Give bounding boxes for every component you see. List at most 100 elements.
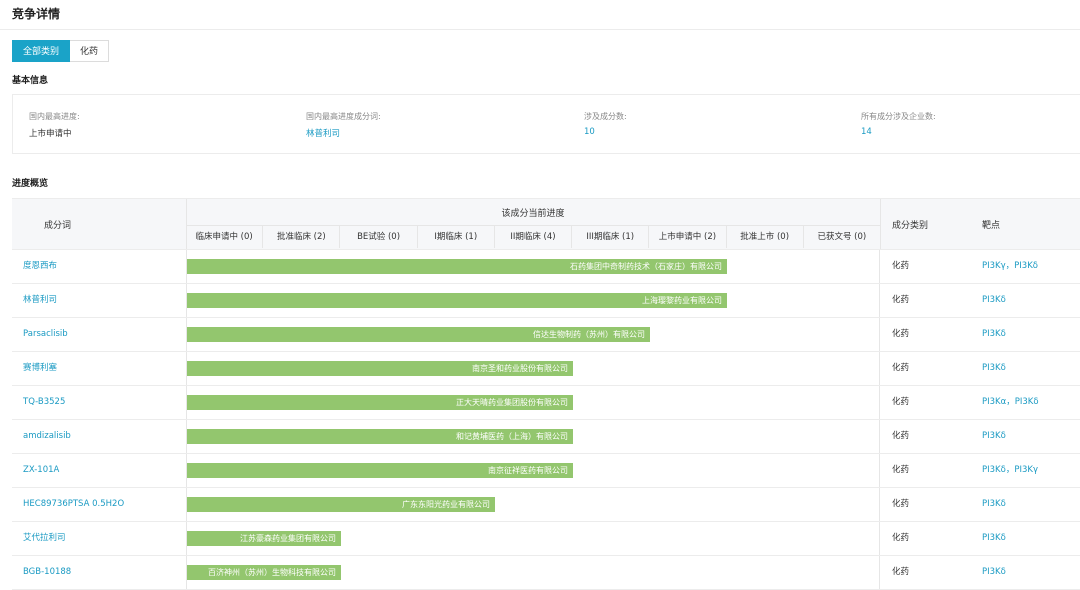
- basic-info-title: 基本信息: [12, 76, 49, 86]
- category-tabs: 全部类别 化药: [12, 40, 110, 62]
- ingredient-type: 化药: [892, 397, 910, 407]
- progress-bar: 石药集团中奇制药技术（石家庄）有限公司: [187, 259, 727, 274]
- target-link[interactable]: PI3Kδ: [982, 499, 1006, 509]
- ingredient-link[interactable]: 赛博利塞: [23, 352, 57, 385]
- ingredient-type: 化药: [892, 465, 910, 475]
- info-highest-progress: 国内最高进度: 上市申请中: [29, 111, 80, 139]
- progress-bar-track: 石药集团中奇制药技术（石家庄）有限公司: [186, 250, 880, 283]
- progress-bar: 南京征祥医药有限公司: [187, 463, 573, 478]
- progress-table: 成分词 该成分当前进度 临床申请中 (0) 批准临床 (2) BE试验 (0) …: [12, 198, 1080, 590]
- target-cell: PI3Kα，PI3Kδ: [982, 386, 1039, 419]
- target-link[interactable]: PI3Kγ: [982, 261, 1006, 271]
- ingredient-link[interactable]: HEC89736PTSA 0.5H2O: [23, 488, 124, 521]
- stage-header: III期临床 (1): [572, 226, 650, 248]
- ingredient-link[interactable]: Parsaclisib: [23, 318, 68, 351]
- target-cell: PI3Kδ: [982, 318, 1006, 351]
- info-ingredient-count: 涉及成分数: 10: [584, 111, 627, 137]
- table-row: BGB-10188 百济神州（苏州）生物科技有限公司 化药 PI3Kδ: [12, 556, 1080, 590]
- progress-bar: 正大天晴药业集团股份有限公司: [187, 395, 573, 410]
- target-separator: ，: [1006, 397, 1015, 407]
- ingredient-link[interactable]: ZX-101A: [23, 454, 59, 487]
- stage-headers: 临床申请中 (0) 批准临床 (2) BE试验 (0) I期临床 (1) II期…: [186, 226, 880, 248]
- target-cell: PI3Kδ: [982, 522, 1006, 555]
- progress-bar-track: 正大天晴药业集团股份有限公司: [186, 386, 880, 419]
- stage-header: 上市申请中 (2): [649, 226, 727, 248]
- ingredient-type: 化药: [892, 431, 910, 441]
- info-highest-progress-ingredient: 国内最高进度成分词: 林普利司: [306, 111, 381, 139]
- table-row: TQ-B3525 正大天晴药业集团股份有限公司 化药 PI3Kα，PI3Kδ: [12, 386, 1080, 420]
- target-link[interactable]: PI3Kα: [982, 397, 1006, 407]
- info-value: 上市申请中: [29, 129, 72, 139]
- stage-header: I期临床 (1): [418, 226, 495, 248]
- ingredient-link[interactable]: amdizalisib: [23, 420, 71, 453]
- target-link[interactable]: PI3Kδ: [982, 533, 1006, 543]
- ingredient-type: 化药: [892, 533, 910, 543]
- progress-bar-track: 和记黄埔医药（上海）有限公司: [186, 420, 880, 453]
- header-type: 成分类别: [892, 221, 929, 231]
- header-divider: [880, 199, 881, 249]
- stage-header: 批准上市 (0): [727, 226, 804, 248]
- ingredient-type: 化药: [892, 295, 910, 305]
- header-ingredient: 成分词: [44, 221, 72, 231]
- target-link[interactable]: PI3Kδ: [982, 363, 1006, 373]
- ingredient-type: 化药: [892, 567, 910, 577]
- target-cell: PI3Kδ: [982, 284, 1006, 317]
- target-cell: PI3Kγ，PI3Kδ: [982, 250, 1038, 283]
- target-link[interactable]: PI3Kγ: [1014, 465, 1038, 475]
- target-link[interactable]: PI3Kδ: [982, 567, 1006, 577]
- tab-all-categories[interactable]: 全部类别: [12, 40, 71, 62]
- target-link[interactable]: PI3Kδ: [982, 431, 1006, 441]
- table-row: 林普利司 上海璎黎药业有限公司 化药 PI3Kδ: [12, 284, 1080, 318]
- ingredient-type: 化药: [892, 261, 910, 271]
- progress-bar-track: 南京征祥医药有限公司: [186, 454, 880, 487]
- ingredient-link[interactable]: BGB-10188: [23, 556, 71, 589]
- ingredient-link[interactable]: 度恩西布: [23, 250, 57, 283]
- table-row: 度恩西布 石药集团中奇制药技术（石家庄）有限公司 化药 PI3Kγ，PI3Kδ: [12, 250, 1080, 284]
- target-link[interactable]: PI3Kδ: [982, 329, 1006, 339]
- target-link[interactable]: PI3Kδ: [982, 295, 1006, 305]
- target-cell: PI3Kδ，PI3Kγ: [982, 454, 1038, 487]
- progress-bar-track: 江苏豪森药业集团有限公司: [186, 522, 880, 555]
- ingredient-type: 化药: [892, 499, 910, 509]
- table-row: ZX-101A 南京征祥医药有限公司 化药 PI3Kδ，PI3Kγ: [12, 454, 1080, 488]
- progress-bar-track: 广东东阳光药业有限公司: [186, 488, 880, 521]
- target-cell: PI3Kδ: [982, 352, 1006, 385]
- target-link[interactable]: PI3Kδ: [1015, 397, 1039, 407]
- target-separator: ，: [1005, 261, 1015, 271]
- info-company-count: 所有成分涉及企业数: 14: [861, 111, 936, 137]
- table-row: Parsaclisib 信达生物制药（苏州）有限公司 化药 PI3Kδ: [12, 318, 1080, 352]
- progress-bar-track: 信达生物制药（苏州）有限公司: [186, 318, 880, 351]
- table-row: amdizalisib 和记黄埔医药（上海）有限公司 化药 PI3Kδ: [12, 420, 1080, 454]
- stage-header: 批准临床 (2): [263, 226, 341, 248]
- basic-info-panel: 国内最高进度: 上市申请中 国内最高进度成分词: 林普利司 涉及成分数: 10 …: [12, 94, 1080, 154]
- header-stage-group: 该成分当前进度: [501, 209, 565, 219]
- progress-bar: 上海璎黎药业有限公司: [187, 293, 727, 308]
- progress-bar-track: 南京圣和药业股份有限公司: [186, 352, 880, 385]
- table-header: 成分词 该成分当前进度 临床申请中 (0) 批准临床 (2) BE试验 (0) …: [12, 198, 1080, 250]
- info-value-link[interactable]: 10: [584, 127, 627, 137]
- ingredient-link[interactable]: 艾代拉利司: [23, 522, 66, 555]
- target-cell: PI3Kδ: [982, 488, 1006, 521]
- target-cell: PI3Kδ: [982, 556, 1006, 589]
- page-title: 竞争详情: [12, 7, 61, 21]
- target-cell: PI3Kδ: [982, 420, 1006, 453]
- ingredient-link[interactable]: 林普利司: [23, 284, 57, 317]
- table-body: 度恩西布 石药集团中奇制药技术（石家庄）有限公司 化药 PI3Kγ，PI3Kδ 林普利司…: [12, 250, 1080, 590]
- ingredient-type: 化药: [892, 329, 910, 339]
- table-row: 赛博利塞 南京圣和药业股份有限公司 化药 PI3Kδ: [12, 352, 1080, 386]
- progress-bar: 南京圣和药业股份有限公司: [187, 361, 573, 376]
- progress-bar: 江苏豪森药业集团有限公司: [187, 531, 341, 546]
- info-value-link[interactable]: 14: [861, 127, 936, 137]
- stage-header: 已获文号 (0): [817, 232, 867, 242]
- info-value-link[interactable]: 林普利司: [306, 127, 381, 139]
- progress-bar-track: 上海璎黎药业有限公司: [186, 284, 880, 317]
- target-link[interactable]: PI3Kδ: [1014, 261, 1038, 271]
- tab-chemical-drug[interactable]: 化药: [70, 40, 110, 62]
- progress-bar: 和记黄埔医药（上海）有限公司: [187, 429, 573, 444]
- info-label: 所有成分涉及企业数:: [861, 112, 936, 121]
- info-label: 涉及成分数:: [584, 112, 627, 121]
- target-link[interactable]: PI3Kδ: [982, 465, 1006, 475]
- ingredient-link[interactable]: TQ-B3525: [23, 386, 65, 419]
- progress-bar: 广东东阳光药业有限公司: [187, 497, 495, 512]
- ingredient-type: 化药: [892, 363, 910, 373]
